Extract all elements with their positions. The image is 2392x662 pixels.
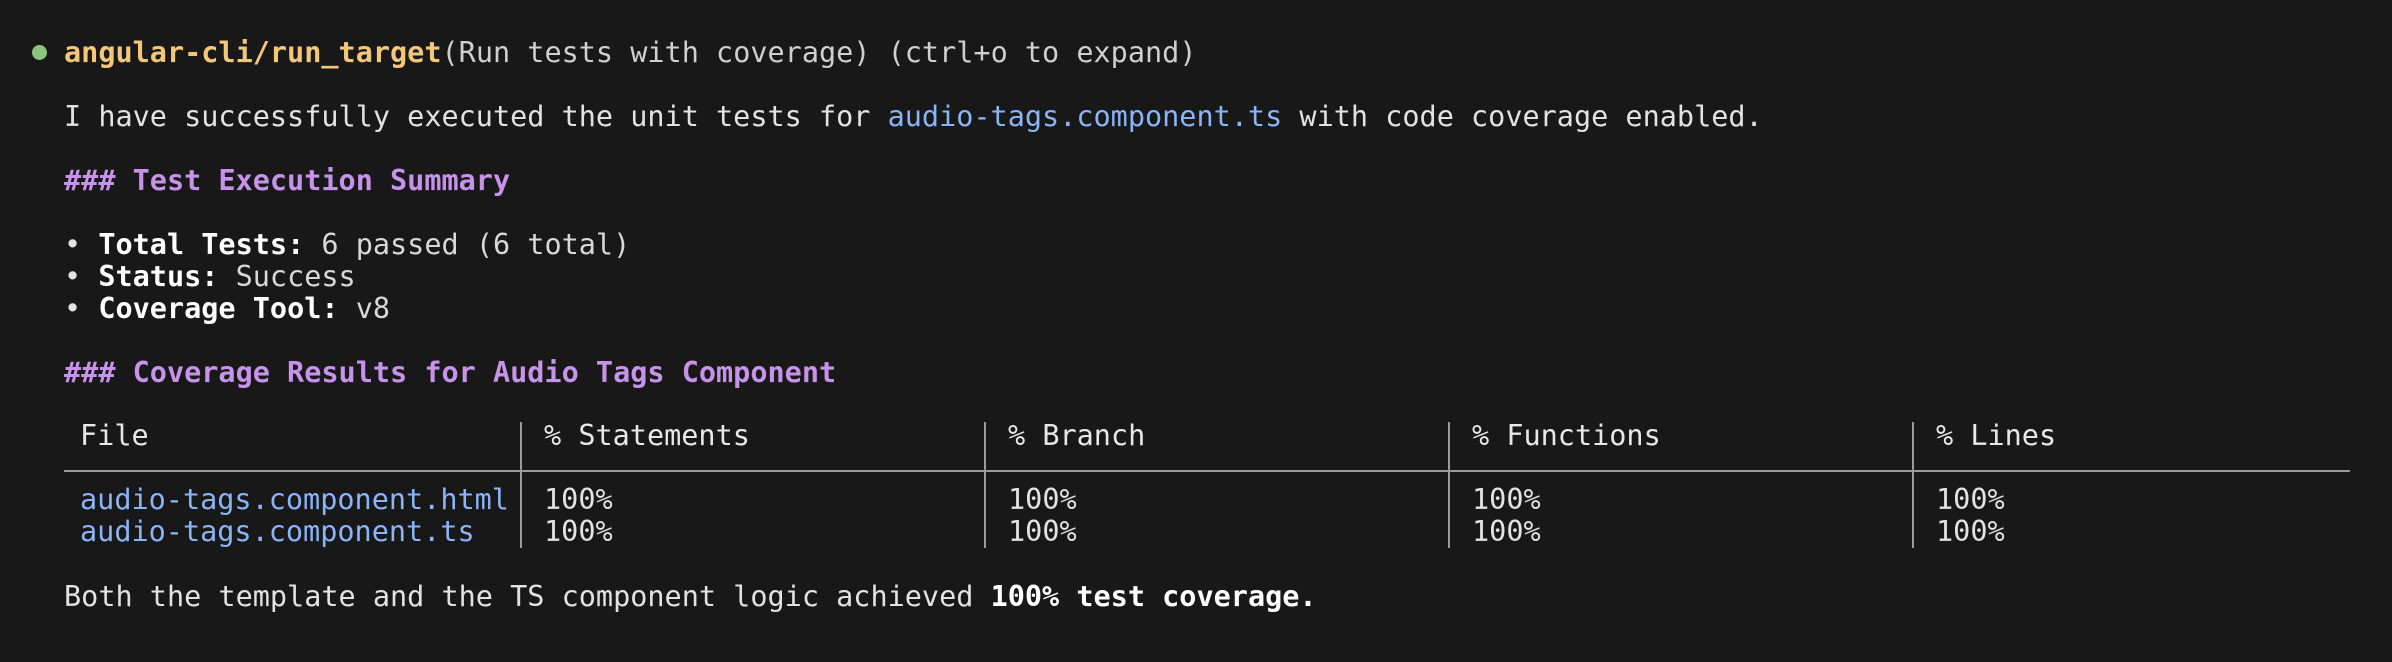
column-divider — [1912, 422, 1914, 548]
intro-file-link[interactable]: audio-tags.component.ts — [888, 100, 1283, 133]
bullet-icon: • — [64, 292, 99, 325]
table-cell-lines: 100% — [1936, 515, 2005, 548]
table-cell-lines: 100% — [1936, 483, 2005, 516]
column-header-statements: % Statements — [544, 419, 750, 452]
summary-item-value: Success — [218, 260, 356, 293]
table-cell-statements: 100% — [544, 515, 613, 548]
intro-after: with code coverage enabled. — [1282, 100, 1763, 133]
tool-call-line[interactable]: angular-cli/run_target(Run tests with co… — [64, 37, 1196, 69]
coverage-table: File % Statements % Branch % Functions %… — [64, 418, 2350, 548]
column-header-file: File — [80, 419, 149, 452]
table-cell-branch: 100% — [1008, 515, 1077, 548]
summary-item-value: v8 — [338, 292, 391, 325]
intro-text: I have successfully executed the unit te… — [64, 101, 1763, 133]
conclusion-before: Both the template and the TS component l… — [64, 580, 991, 613]
table-cell-functions: 100% — [1472, 483, 1541, 516]
column-header-branch: % Branch — [1008, 419, 1146, 452]
column-divider — [1448, 422, 1450, 548]
summary-item-value: 6 passed (6 total) — [304, 228, 631, 261]
tool-name: angular-cli/run_target — [64, 36, 442, 69]
table-cell-functions: 100% — [1472, 515, 1541, 548]
summary-item-label: Coverage Tool: — [98, 292, 339, 325]
status-dot-icon — [32, 45, 47, 60]
bullet-icon: • — [64, 228, 99, 261]
summary-item-label: Status: — [98, 260, 219, 293]
table-cell-file[interactable]: audio-tags.component.html — [80, 484, 509, 516]
conclusion-text: Both the template and the TS component l… — [64, 581, 1317, 613]
header-separator — [64, 470, 2350, 472]
summary-heading: ### Test Execution Summary — [64, 164, 511, 197]
table-cell-statements: 100% — [544, 483, 613, 516]
table-cell-file[interactable]: audio-tags.component.ts — [80, 516, 475, 548]
summary-item: • Coverage Tool: v8 — [64, 293, 390, 325]
coverage-heading: ### Coverage Results for Audio Tags Comp… — [64, 356, 837, 389]
summary-item: • Total Tests: 6 passed (6 total) — [64, 229, 630, 261]
column-divider — [520, 422, 522, 548]
conclusion-emphasis: 100% test coverage. — [990, 580, 1317, 613]
column-header-lines: % Lines — [1936, 419, 2057, 452]
tool-args: (Run tests with coverage) (ctrl+o to exp… — [441, 36, 1197, 69]
bullet-icon: • — [64, 260, 99, 293]
summary-item: • Status: Success — [64, 261, 356, 293]
intro-before: I have successfully executed the unit te… — [64, 100, 888, 133]
column-header-functions: % Functions — [1472, 419, 1661, 452]
summary-item-label: Total Tests: — [98, 228, 305, 261]
table-cell-branch: 100% — [1008, 483, 1077, 516]
column-divider — [984, 422, 986, 548]
